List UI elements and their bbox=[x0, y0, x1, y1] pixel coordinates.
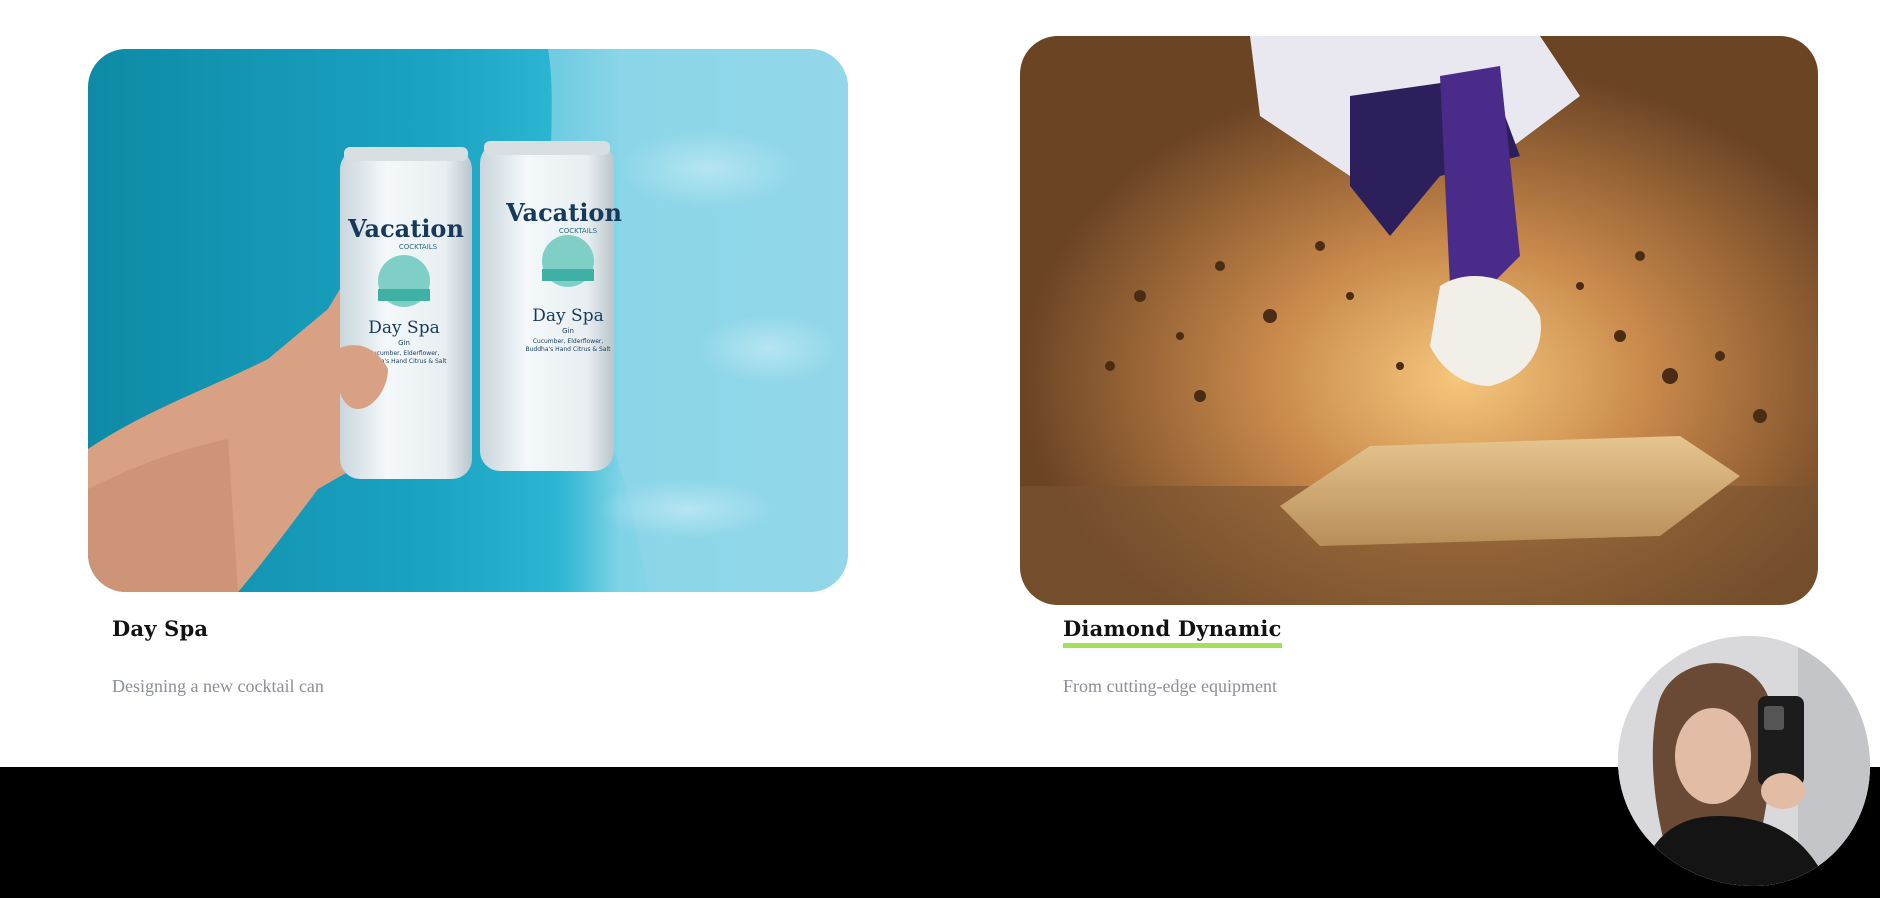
can-kind-1: Gin bbox=[398, 339, 410, 347]
project-title-diamond-dynamic[interactable]: Diamond Dynamic bbox=[1063, 616, 1282, 648]
can-notes-2b: Buddha's Hand Citrus & Salt bbox=[525, 346, 611, 353]
can-sub-1: COCKTAILS bbox=[399, 243, 438, 251]
can-sub-2: COCKTAILS bbox=[559, 227, 598, 235]
can-brand-1: Vacation bbox=[347, 214, 464, 243]
footer-band bbox=[0, 767, 1880, 898]
project-description-diamond-dynamic: From cutting-edge equipment bbox=[1063, 676, 1277, 696]
baseball-slide-photo bbox=[1020, 36, 1818, 605]
can-brand-2: Vacation bbox=[505, 198, 622, 227]
day-spa-image[interactable]: Vacation COCKTAILS Day Spa Gin Cucumber,… bbox=[88, 49, 848, 592]
diamond-dynamic-image[interactable] bbox=[1020, 36, 1818, 605]
project-description-day-spa: Designing a new cocktail can bbox=[112, 676, 324, 696]
can-kind-2: Gin bbox=[562, 327, 574, 335]
can-notes-1a: Cucumber, Elderflower, bbox=[369, 350, 440, 357]
project-title-day-spa[interactable]: Day Spa bbox=[112, 616, 208, 641]
cocktail-cans-photo: Vacation COCKTAILS Day Spa Gin Cucumber,… bbox=[88, 49, 848, 592]
can-notes-2a: Cucumber, Elderflower, bbox=[533, 338, 604, 345]
can-flavor-1: Day Spa bbox=[368, 318, 439, 338]
can-flavor-2: Day Spa bbox=[532, 306, 603, 326]
